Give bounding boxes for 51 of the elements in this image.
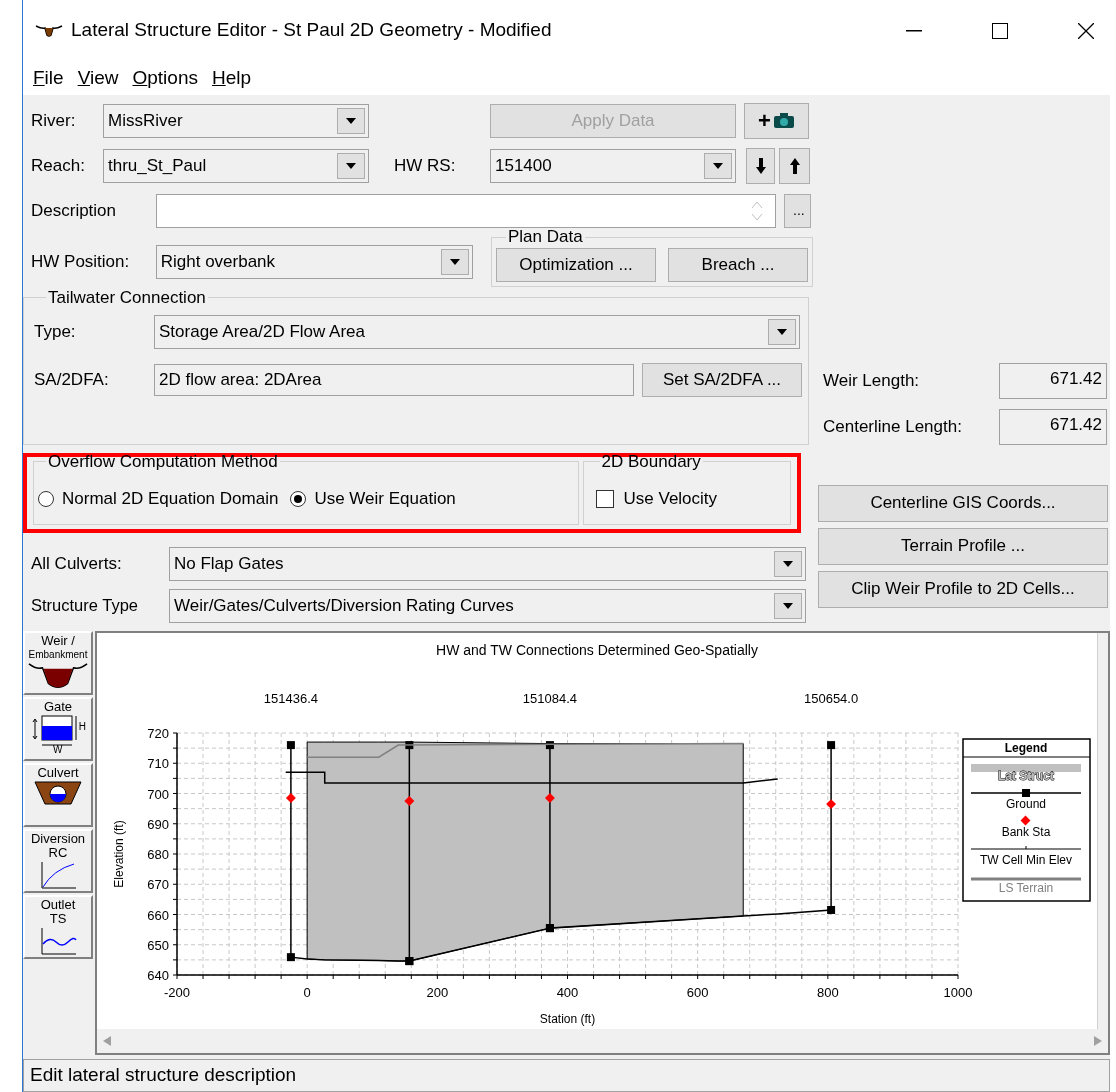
- x-tick-label: 600: [686, 984, 709, 1000]
- field-label: Structure Type: [31, 595, 139, 617]
- legend-label: TW Cell Min Elev: [980, 852, 1072, 867]
- window-title: Lateral Structure Editor - St Paul 2D Geometry - Modified: [71, 18, 552, 43]
- checkbox-label: Use Velocity: [623, 488, 718, 510]
- radio-label: Use Weir Equation: [314, 488, 456, 510]
- field-label: HW Position:: [31, 250, 131, 273]
- legend-label: Bank Sta: [1001, 824, 1051, 839]
- section-label: 150654.0: [803, 690, 859, 706]
- field-label: Centerline Length:: [823, 415, 963, 438]
- length-field: 671.42: [999, 362, 1107, 399]
- group-title: Tailwater Connection: [47, 286, 207, 309]
- x-tick-label: 0: [303, 984, 311, 1000]
- field-label: All Culverts:: [31, 552, 123, 575]
- y-tick-label: 690: [147, 816, 169, 832]
- section-label: 151084.4: [522, 690, 578, 706]
- y-tick-label: 660: [147, 907, 169, 922]
- x-tick-label: -200: [164, 984, 190, 1000]
- legend-label: Lat Struct: [998, 768, 1054, 783]
- x-axis-title: Station (ft): [539, 1011, 596, 1026]
- y-tick-label: 680: [147, 846, 169, 862]
- x-tick-label: 800: [817, 984, 839, 1000]
- legend-title: Legend: [1004, 740, 1048, 755]
- chart-title: HW and TW Connections Determined Geo-Spatially: [436, 641, 758, 658]
- field-label: HW RS:: [393, 154, 457, 177]
- group-title: Overflow Computation Method: [47, 450, 279, 473]
- legend-label: Ground: [1006, 796, 1046, 811]
- section-label: 151436.4: [263, 690, 318, 706]
- field-label: Type:: [34, 321, 77, 344]
- legend-label: LS Terrain: [998, 880, 1054, 895]
- field-label: SA/2DFA:: [34, 369, 110, 392]
- x-tick-label: 200: [426, 984, 449, 1000]
- y-tick-label: 710: [147, 755, 169, 771]
- field-label: Reach:: [31, 154, 86, 177]
- y-tick-label: 700: [147, 786, 169, 801]
- y-tick-label: 670: [147, 876, 169, 892]
- radio-label: Normal 2D Equation Domain: [62, 488, 279, 510]
- y-tick-label: 650: [147, 937, 169, 953]
- group-title: 2D Boundary: [600, 450, 702, 473]
- field-label: River:: [31, 109, 77, 132]
- x-tick-label: 400: [556, 984, 579, 1000]
- field-label: Description: [31, 199, 118, 222]
- y-tick-label: 640: [147, 967, 169, 983]
- y-tick-label: 720: [147, 725, 169, 741]
- readonly-field: 2D flow area: 2DArea: [154, 364, 634, 396]
- y-axis-title: Elevation (ft): [112, 819, 126, 888]
- group-title: Plan Data: [507, 226, 584, 248]
- length-field: 671.42: [999, 408, 1107, 445]
- x-tick-label: 1000: [943, 984, 973, 1000]
- field-label: Weir Length:: [823, 369, 921, 392]
- status-bar: Edit lateral structure description: [23, 1058, 1110, 1092]
